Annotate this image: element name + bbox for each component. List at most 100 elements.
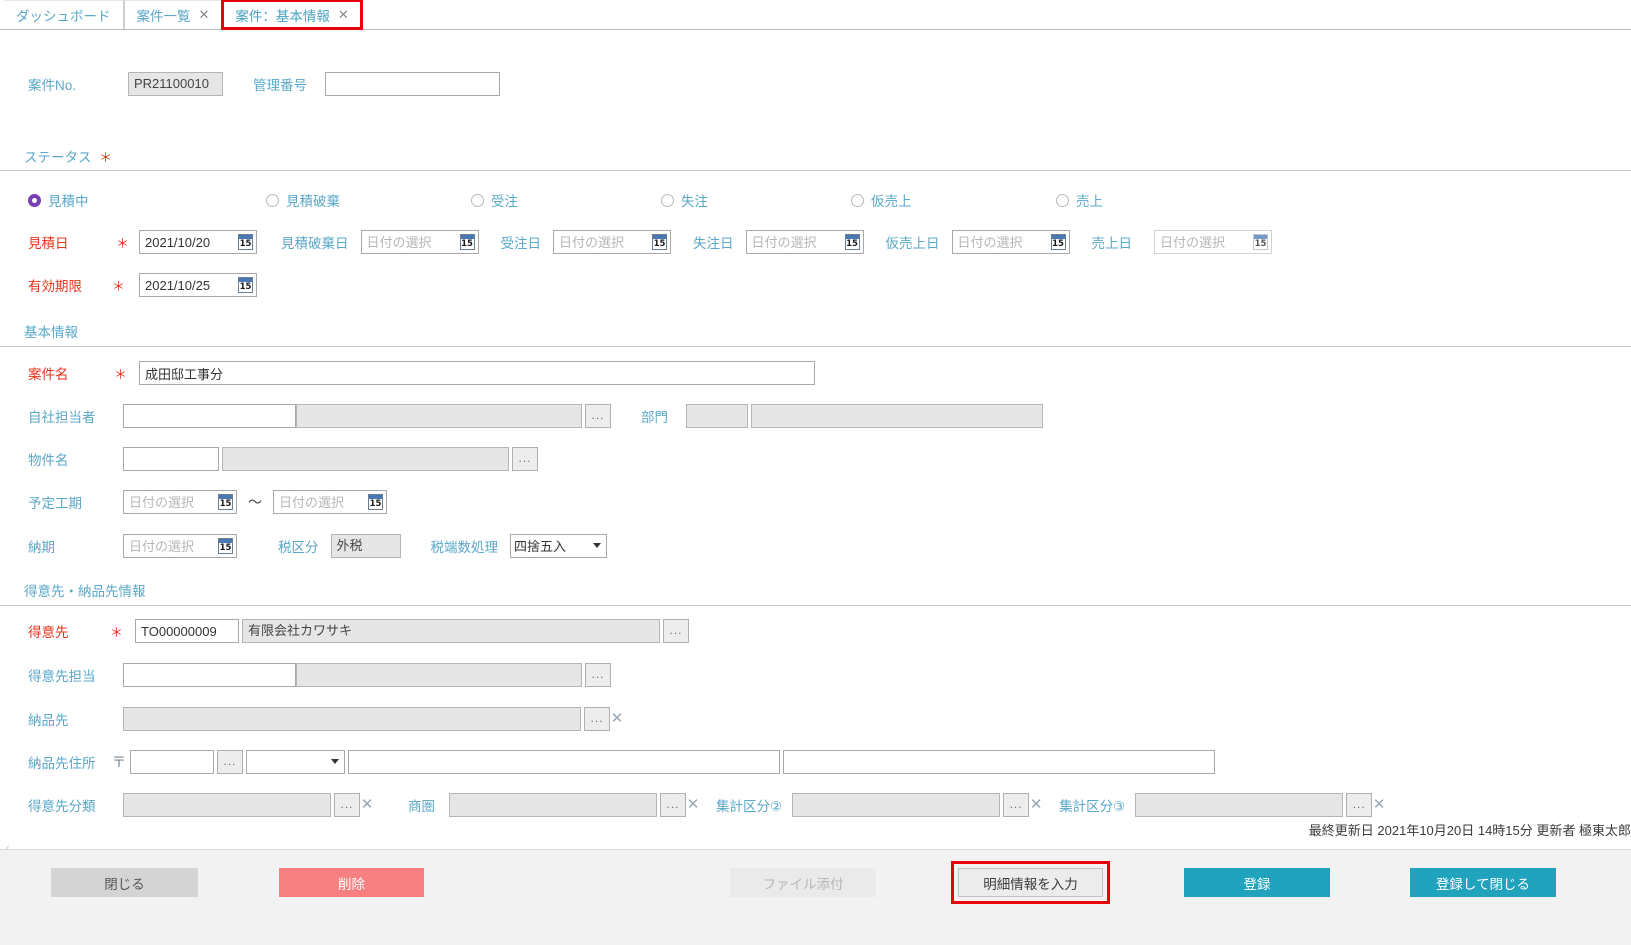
radio-icon bbox=[851, 193, 864, 207]
customer-class-clear-icon[interactable]: ✕ bbox=[360, 793, 374, 817]
calendar-icon[interactable]: 15 bbox=[218, 538, 233, 554]
customer-name-display: 有限会社カワサキ bbox=[242, 619, 661, 643]
agg-class2-display bbox=[792, 793, 1001, 817]
property-label: 物件名 bbox=[28, 453, 69, 468]
register-button[interactable]: 登録 bbox=[1184, 868, 1330, 897]
provisional-sales-date-field[interactable]: 15 bbox=[951, 230, 1070, 254]
sales-date-label: 売上日 bbox=[1091, 236, 1133, 251]
customer-code-input[interactable] bbox=[135, 619, 240, 643]
agg-class2-clear-icon[interactable]: ✕ bbox=[1029, 793, 1043, 817]
customer-contact-lookup-button[interactable]: ... bbox=[585, 663, 611, 687]
kanri-no-input[interactable] bbox=[325, 72, 500, 96]
calendar-icon[interactable]: 15 bbox=[652, 234, 668, 250]
delivery-date-field[interactable]: 15 bbox=[123, 534, 237, 558]
required-marker: ＊ bbox=[110, 624, 124, 640]
postal-lookup-button[interactable]: ... bbox=[217, 750, 243, 774]
status-radio-label: 見積中 bbox=[48, 194, 89, 209]
property-lookup-button[interactable]: ... bbox=[512, 447, 538, 471]
close-icon[interactable]: ✕ bbox=[338, 7, 349, 23]
area-clear-icon[interactable]: ✕ bbox=[686, 793, 700, 817]
period-separator: 〜 bbox=[248, 494, 262, 510]
status-radio-mitsumorihaki[interactable]: 見積破棄 bbox=[266, 190, 471, 210]
agg-class3-lookup-button[interactable]: ... bbox=[1346, 793, 1373, 817]
radio-icon bbox=[661, 193, 674, 207]
customer-class-display bbox=[123, 793, 331, 817]
discard-date-field[interactable]: 15 bbox=[360, 230, 479, 254]
agg-class2-lookup-button[interactable]: ... bbox=[1003, 793, 1030, 817]
area-lookup-button[interactable]: ... bbox=[660, 793, 686, 817]
calendar-icon[interactable]: 15 bbox=[238, 277, 254, 293]
footer-action-bar: 閉じる 削除 ファイル添付 明細情報を入力 登録 登録して閉じる bbox=[0, 849, 1631, 945]
case-no-value: PR21100010 bbox=[128, 72, 223, 96]
tab-case-basic-info[interactable]: 案件：基本情報 ✕ bbox=[221, 0, 363, 30]
prefecture-select[interactable] bbox=[246, 750, 345, 774]
close-icon[interactable]: ✕ bbox=[199, 7, 210, 23]
close-button[interactable]: 閉じる bbox=[51, 868, 198, 897]
calendar-icon[interactable]: 15 bbox=[459, 234, 475, 250]
attach-file-button[interactable]: ファイル添付 bbox=[730, 868, 876, 897]
prefecture-select-wrap[interactable] bbox=[246, 750, 345, 774]
customer-contact-name-display bbox=[296, 663, 582, 687]
enter-detail-info-button[interactable]: 明細情報を入力 bbox=[951, 861, 1110, 904]
tab-case-list[interactable]: 案件一覧 ✕ bbox=[123, 0, 223, 29]
tax-round-select[interactable]: 四捨五入 bbox=[510, 534, 607, 558]
tax-type-label: 税区分 bbox=[278, 540, 319, 555]
delete-button[interactable]: 削除 bbox=[279, 868, 424, 897]
tax-round-label: 税端数処理 bbox=[430, 540, 499, 555]
customer-contact-code-input[interactable] bbox=[123, 663, 296, 687]
customer-lookup-button[interactable]: ... bbox=[663, 619, 690, 643]
tab-dashboard[interactable]: ダッシュボード bbox=[4, 0, 124, 29]
calendar-icon[interactable]: 15 bbox=[218, 494, 233, 510]
order-date-field[interactable]: 15 bbox=[553, 230, 672, 254]
period-to-field[interactable]: 15 bbox=[273, 490, 387, 514]
calendar-icon[interactable]: 15 bbox=[844, 234, 860, 250]
customer-contact-label: 得意先担当 bbox=[28, 669, 96, 684]
status-radio-shicchu[interactable]: 失注 bbox=[661, 190, 851, 210]
tax-round-select-wrap[interactable]: 四捨五入 bbox=[510, 534, 607, 558]
tab-label: 案件：基本情報 bbox=[235, 9, 330, 24]
status-radio-juchu[interactable]: 受注 bbox=[471, 190, 661, 210]
required-marker: ＊ bbox=[99, 150, 113, 165]
expiry-date-field[interactable]: 15 bbox=[139, 273, 258, 297]
status-radio-label: 仮売上 bbox=[871, 194, 912, 209]
address-line2-input[interactable] bbox=[783, 750, 1215, 774]
ship-to-display bbox=[123, 707, 581, 731]
dept-label: 部門 bbox=[641, 410, 668, 425]
ship-to-clear-icon[interactable]: ✕ bbox=[610, 707, 624, 731]
agg-class3-clear-icon[interactable]: ✕ bbox=[1372, 793, 1386, 817]
radio-icon bbox=[471, 193, 484, 207]
calendar-icon[interactable]: 15 bbox=[1050, 234, 1066, 250]
calendar-icon[interactable]: 15 bbox=[368, 494, 383, 510]
required-marker: ＊ bbox=[114, 366, 128, 382]
case-name-input[interactable] bbox=[139, 361, 816, 385]
period-from-field[interactable]: 15 bbox=[123, 490, 237, 514]
ship-to-lookup-button[interactable]: ... bbox=[584, 707, 610, 731]
customer-label: 得意先 bbox=[28, 625, 69, 640]
case-no-label: 案件No. bbox=[28, 78, 77, 93]
tab-label: 案件一覧 bbox=[136, 9, 191, 24]
owner-code-input[interactable] bbox=[123, 404, 296, 428]
property-code-input[interactable] bbox=[123, 447, 219, 471]
tab-label: ダッシュボード bbox=[16, 9, 111, 24]
status-radio-kariuriage[interactable]: 仮売上 bbox=[851, 190, 1056, 210]
register-and-close-button[interactable]: 登録して閉じる bbox=[1410, 868, 1556, 897]
owner-label: 自社担当者 bbox=[28, 410, 96, 425]
order-date-label: 受注日 bbox=[500, 236, 542, 251]
owner-lookup-button[interactable]: ... bbox=[585, 404, 611, 428]
quote-date-field[interactable]: 15 bbox=[139, 230, 258, 254]
status-radio-uriage[interactable]: 売上 bbox=[1056, 190, 1103, 210]
customer-class-lookup-button[interactable]: ... bbox=[334, 793, 360, 817]
quote-date-label: 見積日 bbox=[28, 236, 69, 251]
address-line1-input[interactable] bbox=[348, 750, 780, 774]
agg-class3-display bbox=[1135, 793, 1344, 817]
dept-name-display bbox=[751, 404, 1043, 428]
postal-code-input[interactable] bbox=[130, 750, 214, 774]
ship-to-label: 納品先 bbox=[28, 713, 69, 728]
calendar-icon[interactable]: 15 bbox=[238, 234, 254, 250]
lost-date-field[interactable]: 15 bbox=[745, 230, 864, 254]
status-radio-mitsumorichu[interactable]: 見積中 bbox=[28, 190, 266, 210]
period-label: 予定工期 bbox=[28, 496, 82, 511]
basic-info-divider bbox=[0, 346, 1631, 347]
required-marker: ＊ bbox=[112, 278, 126, 294]
kanri-no-label: 管理番号 bbox=[253, 78, 307, 93]
